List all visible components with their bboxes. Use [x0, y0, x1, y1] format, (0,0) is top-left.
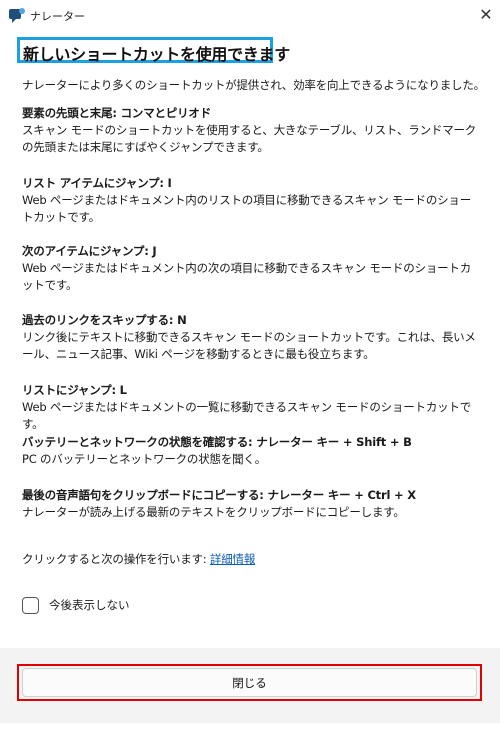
shortcut-description: Web ページまたはドキュメントの一覧に移動できるスキャン モードのショートカッ…	[22, 400, 472, 431]
intro-text: ナレーターにより多くのショートカットが提供され、効率を向上できるようになりました…	[22, 78, 485, 92]
window-title: ナレーター	[30, 10, 85, 23]
more-info-line: クリックすると次の操作を行います: 詳細情報	[22, 551, 255, 568]
shortcut-item: リスト アイテムにジャンプ: I Web ページまたはドキュメント内のリストの項…	[22, 175, 482, 226]
dont-show-again-checkbox[interactable]	[22, 596, 39, 614]
shortcut-title: 要素の先頭と末尾: コンマとピリオド	[22, 106, 212, 120]
shortcut-item: 次のアイテムにジャンプ: J Web ページまたはドキュメント内の次の項目に移動…	[22, 243, 482, 294]
shortcut-description: Web ページまたはドキュメント内の次の項目に移動できるスキャン モードのショー…	[22, 261, 472, 292]
close-icon[interactable]: ✕	[474, 4, 498, 26]
shortcut-item: リストにジャンプ: L Web ページまたはドキュメントの一覧に移動できるスキャ…	[22, 382, 482, 433]
dont-show-again-label: 今後表示しない	[49, 598, 130, 612]
page-title: 新しいショートカットを使用できます	[23, 45, 290, 64]
shortcut-title: 次のアイテムにジャンプ: J	[22, 244, 157, 258]
shortcut-description: スキャン モードのショートカットを使用すると、大きなテーブル、リスト、ランドマー…	[22, 123, 477, 154]
shortcut-description: リンク後にテキストに移動できるスキャン モードのショートカットです。これは、長い…	[22, 330, 476, 361]
more-info-prefix: クリックすると次の操作を行います:	[22, 552, 210, 566]
shortcut-title: 過去のリンクをスキップする: N	[22, 313, 187, 327]
narrator-app-icon	[9, 8, 25, 23]
shortcut-item: 過去のリンクをスキップする: N リンク後にテキストに移動できるスキャン モード…	[22, 312, 482, 363]
shortcut-title: リストにジャンプ: L	[22, 383, 127, 397]
dont-show-again-row: 今後表示しない	[22, 595, 130, 615]
shortcut-title: リスト アイテムにジャンプ: I	[22, 176, 172, 190]
close-button[interactable]: 閉じる	[22, 668, 477, 697]
title-bar: ナレーター ✕	[0, 0, 500, 32]
more-info-link[interactable]: 詳細情報	[210, 552, 255, 566]
shortcut-description: ナレーターが読み上げる最新のテキストをクリップボードにコピーします。	[22, 505, 405, 519]
shortcut-item: 最後の音声語句をクリップボードにコピーする: ナレーター キー + Ctrl +…	[22, 487, 482, 521]
shortcut-description: Web ページまたはドキュメント内のリストの項目に移動できるスキャン モードのシ…	[22, 193, 472, 224]
shortcut-description: PC のバッテリーとネットワークの状態を聞く。	[22, 452, 267, 466]
shortcut-title: 最後の音声語句をクリップボードにコピーする: ナレーター キー + Ctrl +…	[22, 488, 416, 502]
shortcut-title: バッテリーとネットワークの状態を確認する: ナレーター キー + Shift +…	[22, 435, 412, 449]
shortcut-item: バッテリーとネットワークの状態を確認する: ナレーター キー + Shift +…	[22, 434, 482, 468]
shortcut-item: 要素の先頭と末尾: コンマとピリオド スキャン モードのショートカットを使用する…	[22, 105, 482, 156]
